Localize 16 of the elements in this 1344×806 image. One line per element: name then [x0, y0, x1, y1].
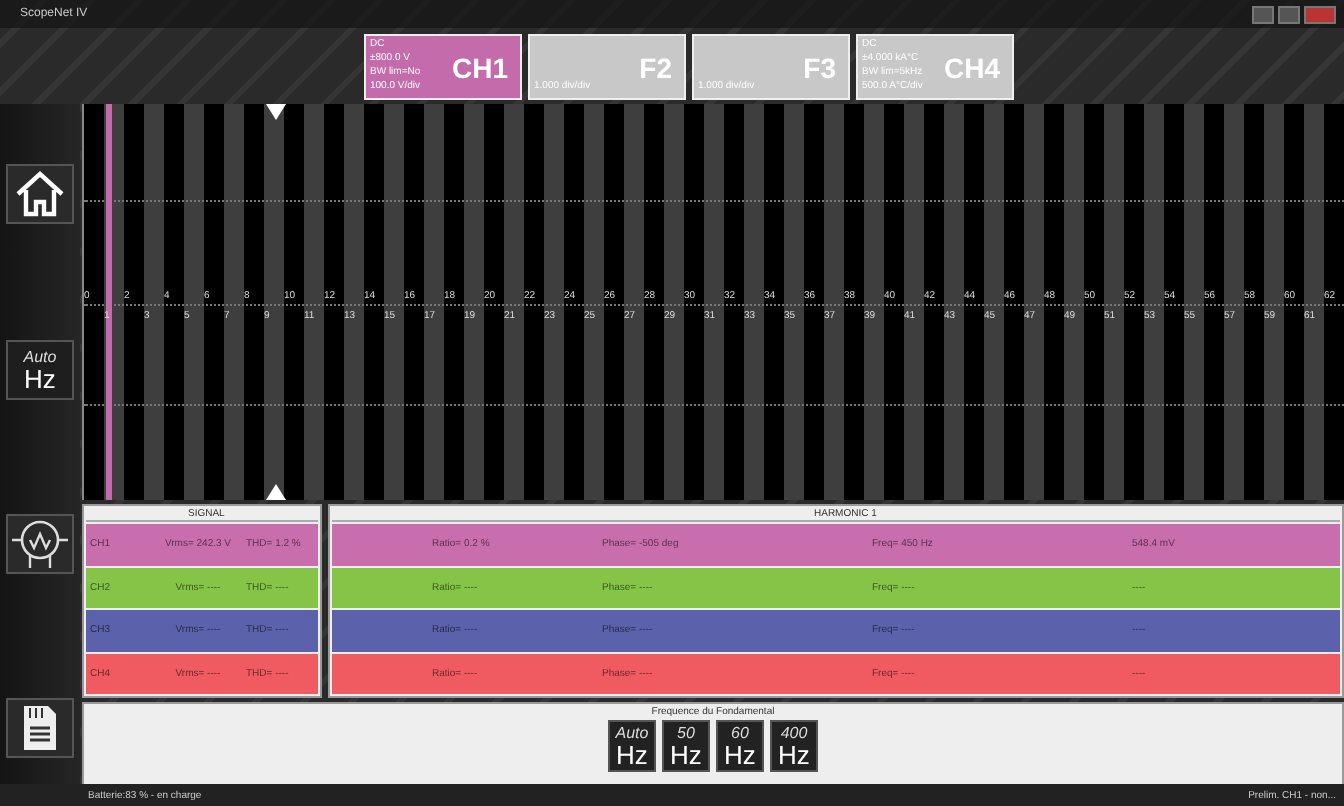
- auto-hz-button[interactable]: Auto Hz: [6, 340, 74, 400]
- frequency-button[interactable]: 400 Hz: [770, 720, 818, 772]
- frequency-button[interactable]: 50 Hz: [662, 720, 710, 772]
- memory-card-button[interactable]: [6, 698, 74, 758]
- wattmeter-icon: [10, 516, 70, 572]
- memory-card-icon: [20, 704, 60, 752]
- cursor-marker-icon[interactable]: [266, 484, 286, 500]
- cursor-marker-icon[interactable]: [266, 104, 286, 120]
- close-icon[interactable]: [1304, 5, 1336, 23]
- maximize-icon[interactable]: [1278, 5, 1300, 23]
- wattmeter-button[interactable]: [6, 514, 74, 574]
- home-icon: [14, 170, 66, 218]
- minimize-icon[interactable]: [1252, 5, 1274, 23]
- home-button[interactable]: [6, 164, 74, 224]
- frequency-button[interactable]: Auto Hz: [608, 720, 656, 772]
- frequency-button[interactable]: 60 Hz: [716, 720, 764, 772]
